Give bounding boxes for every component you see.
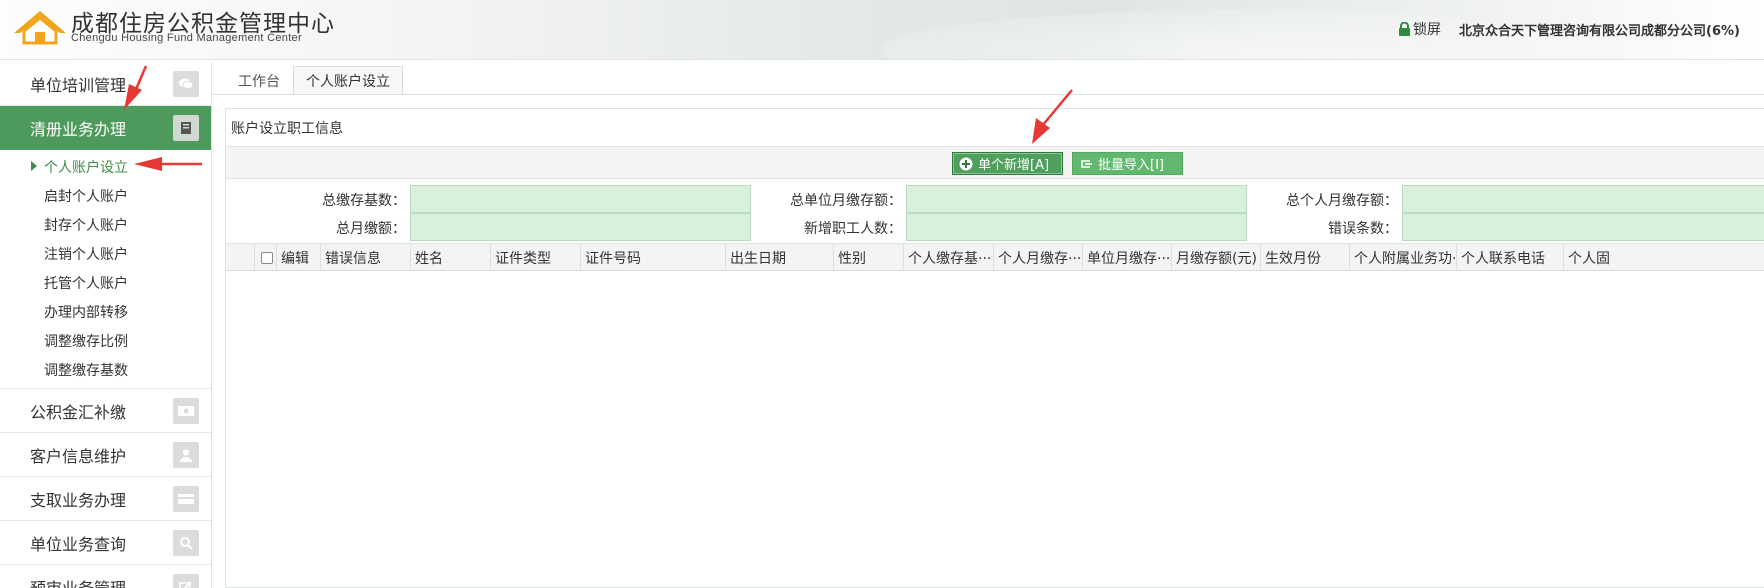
sidebar-item-label: 支取业务办理 (30, 490, 127, 510)
add-single-button[interactable]: 单个新增[A] (952, 152, 1063, 175)
sidebar: 单位培训管理 清册业务办理 个人账户设立 启封个人账户 封存个人账户 注销个人账… (0, 62, 212, 588)
panel-title: 账户设立职工信息 (226, 109, 1764, 147)
submenu-label: 启封个人账户 (44, 188, 128, 205)
sidebar-item-label: 客户信息维护 (30, 446, 127, 466)
sidebar-item-customer[interactable]: 客户信息维护 (0, 433, 211, 477)
sidebar-item-training[interactable]: 单位培训管理 (0, 62, 211, 106)
column-header[interactable]: 出生日期 (726, 244, 834, 271)
error-count-field[interactable] (1402, 213, 1764, 241)
total-personal-monthly-label: 总个人月缴存额： (1286, 193, 1398, 209)
sidebar-item-preaudit[interactable]: 预审业务管理 (0, 565, 211, 588)
money-icon (173, 398, 199, 424)
submenu-label: 封存个人账户 (44, 217, 128, 234)
import-icon (1079, 158, 1093, 170)
column-header[interactable]: 性别 (834, 244, 904, 271)
lock-screen-button[interactable]: 锁屏 (1398, 19, 1441, 39)
sidebar-item-label: 单位培训管理 (30, 75, 127, 95)
select-all-checkbox[interactable] (261, 251, 273, 264)
edit-icon (173, 574, 199, 588)
total-monthly-label: 总月缴额： (336, 221, 406, 237)
column-header[interactable]: 个人附属业务功··· (1350, 244, 1457, 271)
sidebar-item-label: 清册业务办理 (30, 119, 127, 139)
submenu-custody-account[interactable]: 托管个人账户 (0, 268, 211, 297)
column-header[interactable]: 月缴存额(元) (1172, 244, 1261, 271)
tab-workbench[interactable]: 工作台 (225, 66, 293, 94)
column-header[interactable]: 生效月份 (1261, 244, 1350, 271)
book-icon (173, 115, 199, 141)
column-header[interactable]: 个人缴存基··· (904, 244, 994, 271)
submenu-adjust-ratio[interactable]: 调整缴存比例 (0, 326, 211, 355)
submenu-label: 调整缴存基数 (44, 362, 128, 379)
lock-icon (1399, 22, 1410, 36)
plus-icon (959, 157, 973, 171)
submenu-account-open[interactable]: 个人账户设立 (0, 152, 211, 181)
app-subtitle: Chengdu Housing Fund Management Center (71, 32, 302, 44)
total-base-field[interactable] (410, 185, 751, 213)
org-info: 北京众合天下管理咨询有限公司成都分公司(6%) (1459, 24, 1740, 39)
submenu-label: 个人账户设立 (44, 159, 128, 176)
total-unit-monthly-label: 总单位月缴存额： (790, 193, 902, 209)
lock-screen-label: 锁屏 (1413, 22, 1441, 38)
batch-import-label: 批量导入[I] (1098, 158, 1164, 173)
submenu-adjust-base[interactable]: 调整缴存基数 (0, 355, 211, 384)
submenu-label: 调整缴存比例 (44, 333, 128, 350)
total-base-label: 总缴存基数： (322, 193, 406, 209)
row-number-header (226, 244, 255, 271)
search-icon (173, 530, 199, 556)
sidebar-item-query[interactable]: 单位业务查询 (0, 521, 211, 565)
total-monthly-field[interactable] (410, 213, 751, 241)
batch-import-button[interactable]: 批量导入[I] (1072, 152, 1183, 175)
column-header[interactable]: 证件号码 (581, 244, 726, 271)
column-header[interactable]: 姓名 (411, 244, 491, 271)
new-employees-field[interactable] (906, 213, 1247, 241)
column-header[interactable]: 个人联系电话 (1457, 244, 1564, 271)
submenu-seal-account[interactable]: 封存个人账户 (0, 210, 211, 239)
tab-bar: 工作台 个人账户设立 (225, 66, 403, 94)
submenu-label: 托管个人账户 (44, 275, 128, 292)
card-icon (173, 486, 199, 512)
total-unit-monthly-field[interactable] (906, 185, 1247, 213)
submenu-internal-transfer[interactable]: 办理内部转移 (0, 297, 211, 326)
submenu-label: 办理内部转移 (44, 304, 128, 321)
column-header[interactable]: 个人月缴存··· (994, 244, 1083, 271)
user-icon (173, 442, 199, 468)
sidebar-item-label: 公积金汇补缴 (30, 402, 127, 422)
error-count-label: 错误条数： (1328, 221, 1398, 237)
summary-row: 总月缴额： 新增职工人数： 错误条数： (226, 213, 1764, 241)
table-header: 编辑 错误信息 姓名 证件类型 证件号码 出生日期 性别 个人缴存基··· 个人… (226, 243, 1764, 271)
app-header: 成都住房公积金管理中心 Chengdu Housing Fund Managem… (0, 0, 1764, 60)
column-header[interactable]: 错误信息 (321, 244, 411, 271)
submenu-label: 注销个人账户 (44, 246, 128, 263)
logo-icon (14, 11, 66, 45)
sidebar-item-label: 预审业务管理 (30, 578, 127, 588)
summary-form: 总缴存基数： 总单位月缴存额： 总个人月缴存额： 总月缴额： 新增职工人数： 错… (226, 179, 1764, 243)
sidebar-item-withdraw[interactable]: 支取业务办理 (0, 477, 211, 521)
sidebar-submenu: 个人账户设立 启封个人账户 封存个人账户 注销个人账户 托管个人账户 办理内部转… (0, 150, 211, 389)
column-header[interactable]: 单位月缴存··· (1083, 244, 1172, 271)
submenu-unseal-account[interactable]: 启封个人账户 (0, 181, 211, 210)
column-header[interactable]: 个人固 (1564, 244, 1764, 271)
employee-info-panel: 账户设立职工信息 单个新增[A] 批量导入[I] 总缴存基数： 总单位月缴存额：… (225, 108, 1764, 588)
add-single-label: 单个新增[A] (978, 158, 1050, 173)
tab-divider (212, 94, 1764, 95)
select-all-cell (255, 244, 277, 271)
column-header[interactable]: 证件类型 (491, 244, 581, 271)
sidebar-item-roster[interactable]: 清册业务办理 (0, 106, 211, 150)
toolbar: 单个新增[A] 批量导入[I] (226, 147, 1764, 179)
submenu-cancel-account[interactable]: 注销个人账户 (0, 239, 211, 268)
total-personal-monthly-field[interactable] (1402, 185, 1764, 213)
chat-icon (173, 71, 199, 97)
column-header[interactable]: 编辑 (277, 244, 321, 271)
caret-right-icon (31, 161, 37, 171)
sidebar-item-label: 单位业务查询 (30, 534, 127, 554)
tab-account-open[interactable]: 个人账户设立 (293, 66, 403, 94)
summary-row: 总缴存基数： 总单位月缴存额： 总个人月缴存额： (226, 185, 1764, 213)
sidebar-item-supplement[interactable]: 公积金汇补缴 (0, 389, 211, 433)
new-employees-label: 新增职工人数： (804, 221, 902, 237)
